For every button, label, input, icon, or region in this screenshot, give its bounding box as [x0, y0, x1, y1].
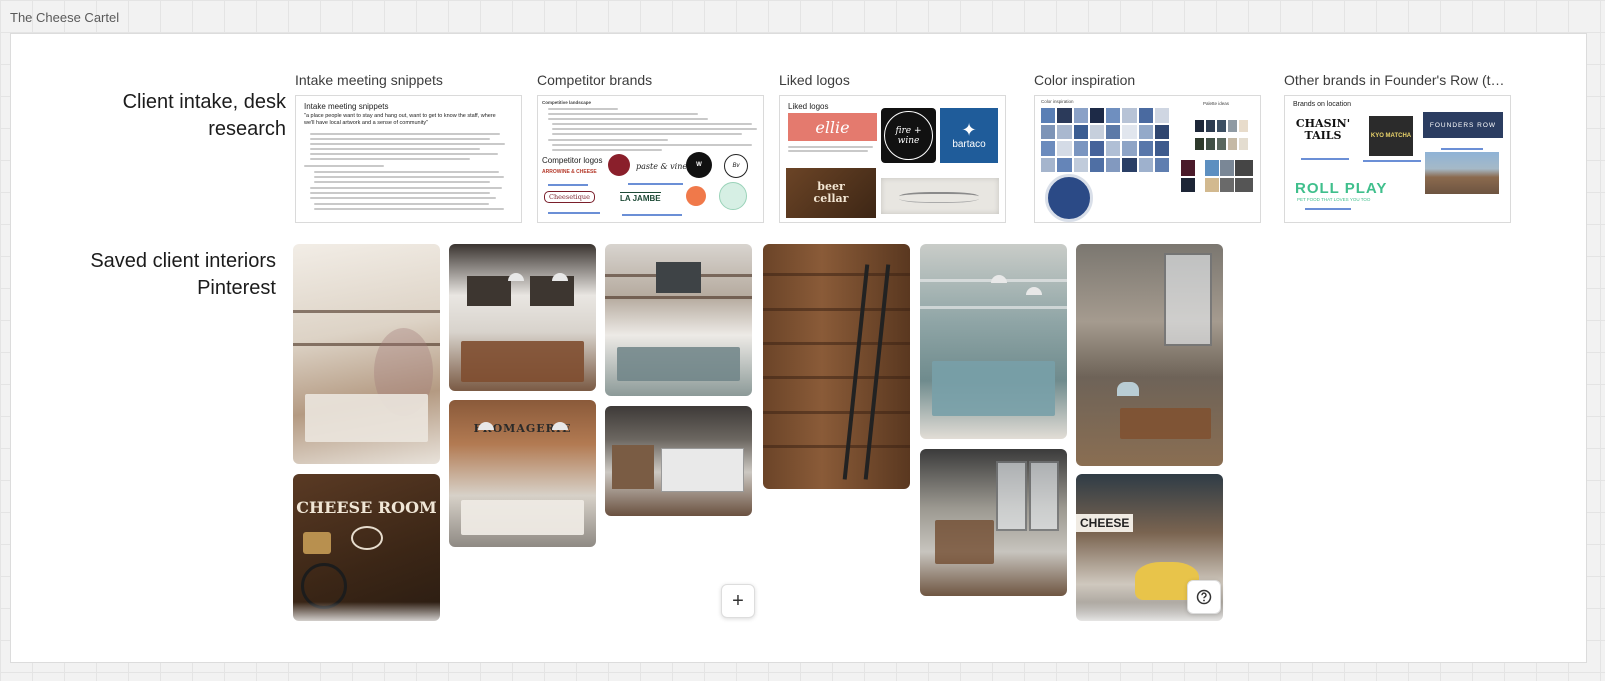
interior-photo-4[interactable]: [605, 406, 752, 516]
founders-roll-play-tagline: PET FOOD THAT LOVES YOU TOO: [1297, 197, 1371, 202]
row-label-interiors-line2: Pinterest: [197, 277, 276, 299]
founders-logo-founders-row: FOUNDERS ROW: [1423, 112, 1503, 138]
dragonfly-icon: ✦: [961, 120, 977, 140]
founders-row-card[interactable]: Brands on location CHASIN' TAILS KYO MAT…: [1284, 95, 1511, 223]
cheese-room-sign: CHEESE ROOM: [296, 498, 437, 517]
gallery-bottom-fade: [287, 602, 1227, 624]
section-title-competitor: Competitor brands: [537, 72, 653, 88]
add-button[interactable]: +: [721, 584, 755, 618]
color-moodboard-grid: [1041, 108, 1169, 172]
help-icon: [1196, 589, 1212, 605]
competitor-logo-arrowine: ARROWINE & CHEESE: [542, 169, 597, 175]
founders-heading: Brands on location: [1293, 101, 1351, 108]
interior-photo-6[interactable]: [920, 449, 1067, 596]
interior-photo-fromagerie[interactable]: FROMAGERIE: [449, 400, 596, 547]
founders-logo-kyo-matcha: KYO MATCHA: [1369, 116, 1413, 156]
interior-photo-cheese-room[interactable]: CHEESE ROOM: [293, 474, 440, 621]
liked-logos-card[interactable]: Liked logos ellie fire + wine ✦ bartaco …: [779, 95, 1006, 223]
founders-logo-chasin-tails: CHASIN' TAILS: [1295, 117, 1351, 142]
liked-logo-beer-cellar-text: beer cellar: [813, 180, 849, 205]
liked-logo-ellie: ellie: [788, 113, 877, 141]
liked-logo-bartaco-text: bartaco: [952, 139, 986, 150]
section-title-liked: Liked logos: [779, 72, 850, 88]
row-label-interiors-line1: Saved client interiors: [90, 250, 276, 272]
intake-quote: "a place people want to stay and hang ou…: [304, 113, 496, 126]
competitor-logo-cheesetique: Cheesetique: [544, 191, 595, 203]
liked-logo-fire-wine: fire + wine: [881, 108, 936, 163]
competitor-logo-la-jambe: LA JAMBE: [620, 192, 661, 203]
plus-icon: +: [732, 590, 744, 612]
intake-card[interactable]: Intake meeting snippets "a place people …: [295, 95, 522, 223]
row-label-interiors: Saved client interiors Pinterest: [41, 248, 276, 302]
founders-logo-kyo-matcha-text: KYO MATCHA: [1370, 133, 1412, 139]
competitor-logo-green-circle: [719, 182, 747, 210]
competitor-logo-red-circle: [608, 154, 630, 176]
section-title-intake: Intake meeting snippets: [295, 72, 443, 88]
cheese-sign: CHEESE: [1076, 514, 1134, 532]
color-badge-image: [1045, 174, 1093, 222]
section-title-founders: Other brands in Founder's Row (t…: [1284, 72, 1505, 88]
competitor-logo-orange-circle: [686, 186, 706, 206]
interior-photo-5[interactable]: [920, 244, 1067, 439]
row-label-research: Client intake, desk research: [122, 91, 286, 140]
interior-photo-1[interactable]: [293, 244, 440, 464]
color-inspiration-card[interactable]: Color inspiration Palette ideas: [1034, 95, 1261, 223]
founders-logo-founders-row-text: FOUNDERS ROW: [1429, 121, 1497, 129]
interior-photo-7[interactable]: [1076, 244, 1223, 466]
competitor-logo-script-circle: Bv: [724, 154, 748, 178]
board-title[interactable]: The Cheese Cartel: [10, 10, 119, 25]
palette-label: Palette ideas: [1203, 101, 1230, 106]
section-title-color: Color inspiration: [1034, 72, 1136, 88]
help-button[interactable]: [1187, 580, 1221, 614]
liked-logos-heading: Liked logos: [788, 102, 829, 111]
competitor-logo-black-circle: W: [686, 152, 712, 178]
liked-logo-fire-wine-text: fire + wine: [895, 125, 922, 146]
competitor-logo-paste-vine: paste & vine: [636, 162, 688, 171]
interior-photo-3[interactable]: [605, 244, 752, 396]
liked-logo-engraved: [881, 178, 999, 214]
board-frame: Client intake, desk research Saved clien…: [10, 33, 1587, 663]
founders-storefront-photo: [1425, 152, 1499, 194]
competitor-heading: Competitive landscape: [542, 100, 592, 105]
interior-photo-wine-wall[interactable]: [763, 244, 910, 489]
founders-logo-roll-play: ROLL PLAY: [1295, 180, 1388, 197]
liked-logo-ellie-text: ellie: [815, 117, 850, 137]
liked-logo-bartaco: ✦ bartaco: [940, 108, 998, 163]
color-inspiration-heading: Color inspiration: [1041, 99, 1074, 104]
intake-card-heading: Intake meeting snippets: [304, 102, 389, 111]
competitor-logos-heading: Competitor logos: [542, 156, 603, 165]
interior-photo-2[interactable]: [449, 244, 596, 391]
liked-logo-beer-cellar: beer cellar: [786, 168, 876, 218]
competitor-card[interactable]: Competitive landscape Competitor logos p…: [537, 95, 764, 223]
